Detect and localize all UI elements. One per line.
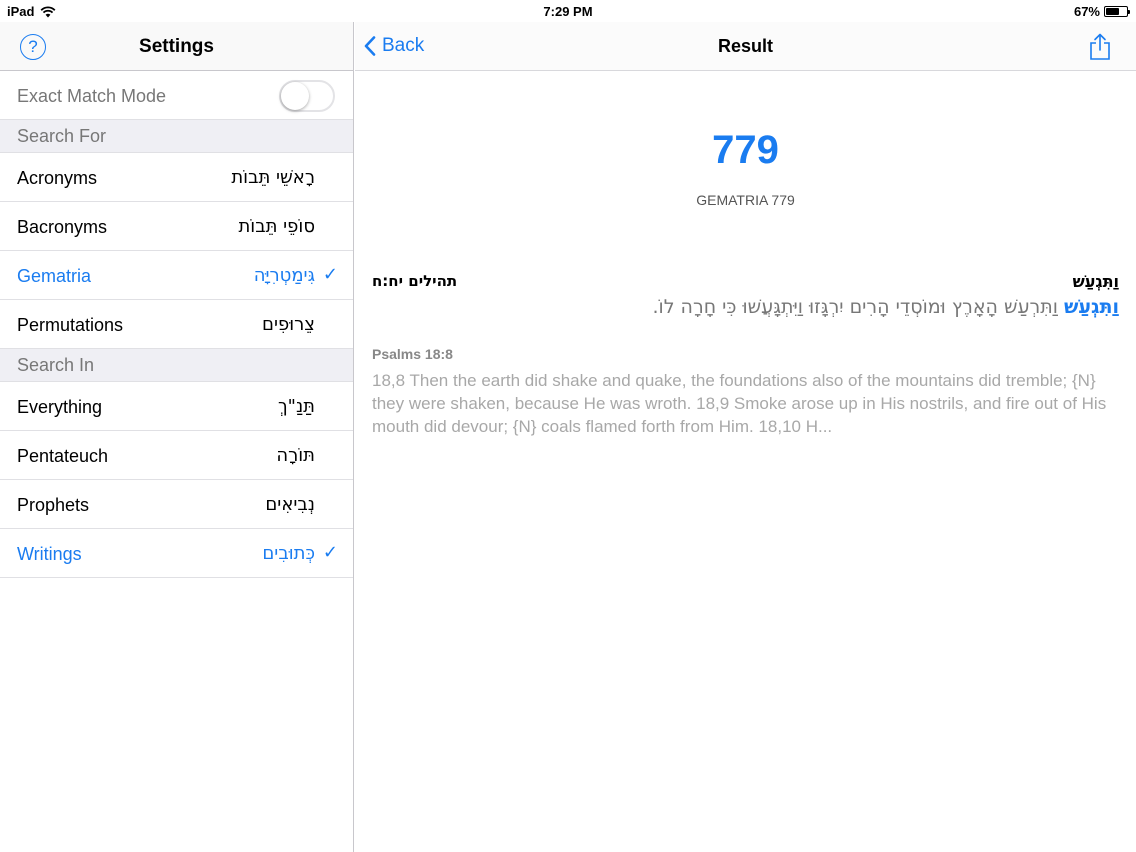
option-label: Permutations [17,315,124,335]
status-bar: iPad 7:29 PM 67% [0,0,1136,22]
search-for-header: Search For [0,120,353,153]
option-hebrew: צֵרוּפִים [262,314,315,335]
matched-word: וַתִּגְעַשׁ [1072,272,1119,291]
gematria-value: 779 [712,128,779,172]
option-bacronyms[interactable]: Bacronyms סוֹפֵי תֵּבוֹת [0,202,353,251]
scope-label: Prophets [17,495,90,515]
status-right: 67% [1073,4,1130,19]
result-nav-bar: Back Result [355,22,1136,71]
scope-label: Pentateuch [17,446,109,466]
settings-pane: ? Settings Exact Match Mode Search For A… [0,22,354,852]
status-time: 7:29 PM [543,4,593,19]
option-permutations[interactable]: Permutations צֵרוּפִים [0,300,353,349]
option-label: Bacronyms [17,217,108,237]
search-for-list: Acronyms רָאשֵׁי תֵּבוֹת Bacronyms סוֹפֵ… [0,153,353,349]
exact-match-label: Exact Match Mode [17,86,167,106]
scope-writings[interactable]: Writings כְּתוּבִים ✓ [0,529,353,578]
verse-rest: וַתִּרְעַשׁ הָאָרֶץ וּמוֹסְדֵי הָרִים יִ… [652,296,1064,318]
search-in-header-label: Search In [17,355,95,375]
battery-percent: 67% [1073,4,1100,19]
settings-nav-bar: ? Settings [0,22,353,71]
option-hebrew: רָאשֵׁי תֵּבוֹת [231,167,315,188]
battery-icon [1104,6,1130,17]
battery-fill [1106,8,1120,15]
scope-prophets[interactable]: Prophets נְבִיאִים [0,480,353,529]
exact-match-row: Exact Match Mode [0,71,353,120]
option-hebrew: סוֹפֵי תֵּבוֹת [238,216,315,237]
scope-pentateuch[interactable]: Pentateuch תּוֹרָה [0,431,353,480]
search-for-header-label: Search For [17,126,107,146]
hebrew-verse[interactable]: וַתִּגְעַשׁ וַתִּרְעַשׁ הָאָרֶץ וּמוֹסְד… [372,296,1120,318]
option-label: Acronyms [17,168,98,188]
checkmark-icon: ✓ [322,542,338,562]
option-acronyms[interactable]: Acronyms רָאשֵׁי תֵּבוֹת [0,153,353,202]
english-translation: 18,8 Then the earth did shake and quake,… [372,371,1107,436]
gematria-label: GEMATRIA 779 [696,192,795,208]
exact-match-toggle[interactable] [279,80,335,112]
english-reference: Psalms 18:8 [372,346,453,362]
scope-hebrew: כְּתוּבִים [262,543,315,564]
scope-label: Writings [17,544,82,564]
option-label: Gematria [17,266,92,286]
hebrew-reference[interactable]: תהילים יח:ח [372,272,457,290]
checkmark-icon: ✓ [322,264,338,284]
settings-title: Settings [139,36,214,57]
scope-hebrew: תּוֹרָה [276,445,315,466]
search-in-header: Search In [0,349,353,382]
result-title: Result [717,36,773,56]
result-pane: Back Result 779 GEMATRIA 779 וַתִּגְעַשׁ… [355,22,1136,852]
share-icon[interactable] [1089,33,1111,61]
option-hebrew: גִּימַטְרִיָּה [253,265,315,286]
scope-everything[interactable]: Everything תַּנַ"ךְ [0,382,353,431]
verse-highlight: וַתִּגְעַשׁ [1063,296,1119,318]
scope-hebrew: תַּנַ"ךְ [278,396,315,417]
search-in-list: Everything תַּנַ"ךְ Pentateuch תּוֹרָה P… [0,382,353,578]
option-gematria[interactable]: Gematria גִּימַטְרִיָּה ✓ [0,251,353,300]
scope-hebrew: נְבִיאִים [265,494,315,515]
toggle-knob [281,82,309,110]
scope-label: Everything [17,397,103,417]
